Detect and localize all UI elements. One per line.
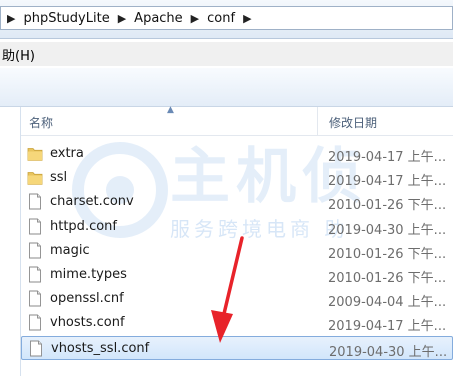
file-list: extra 2019-04-17 上午... ssl 2019-04-17 上午...…	[21, 142, 453, 360]
navigation-pane	[0, 107, 21, 376]
file-date: 2010-01-26 下午...	[328, 198, 447, 214]
file-name: ssl	[50, 170, 68, 186]
file-row[interactable]: extra 2019-04-17 上午...	[21, 142, 453, 166]
file-date: 2019-04-17 上午...	[328, 174, 447, 190]
breadcrumb[interactable]: ▶ phpStudyLite ▶ Apache ▶ conf ▶	[0, 6, 453, 30]
file-icon	[27, 290, 43, 307]
file-row[interactable]: vhosts_ssl.conf 2019-04-30 上午...	[21, 335, 453, 360]
file-row[interactable]: magic 2010-01-26 下午...	[21, 239, 453, 263]
file-icon	[27, 242, 43, 259]
file-icon	[27, 218, 43, 235]
chevron-right-icon[interactable]: ▶	[237, 12, 257, 25]
file-date: 2019-04-30 上午...	[329, 344, 448, 360]
menu-bar: 助(H)	[0, 42, 453, 66]
file-name: charset.conv	[50, 194, 134, 210]
file-row[interactable]: mime.types 2010-01-26 下午...	[21, 263, 453, 287]
file-name: openssl.cnf	[50, 291, 124, 307]
file-icon	[27, 314, 43, 331]
file-icon	[28, 340, 44, 357]
breadcrumb-item[interactable]: phpStudyLite	[21, 11, 111, 26]
chevron-right-icon[interactable]: ▶	[185, 12, 205, 25]
file-date: 2019-04-17 上午...	[328, 319, 447, 335]
file-row[interactable]: charset.conv 2010-01-26 下午...	[21, 190, 453, 214]
file-name: vhosts.conf	[50, 315, 125, 331]
breadcrumb-item[interactable]: conf	[205, 11, 237, 26]
column-header-name[interactable]: 名称	[29, 114, 53, 131]
column-divider[interactable]	[317, 107, 318, 135]
file-date: 2010-01-26 下午...	[328, 246, 447, 262]
chevron-right-icon[interactable]: ▶	[1, 12, 21, 25]
folder-icon	[27, 145, 43, 162]
file-icon	[27, 266, 43, 283]
file-name: magic	[50, 242, 90, 258]
file-name: extra	[50, 146, 84, 161]
menu-help[interactable]: 助(H)	[0, 45, 35, 64]
file-date: 2009-04-04 上午...	[328, 295, 447, 311]
folder-icon	[27, 169, 43, 186]
file-name: httpd.conf	[50, 218, 117, 234]
breadcrumb-item[interactable]: Apache	[132, 11, 185, 26]
file-date: 2010-01-26 下午...	[328, 270, 447, 286]
chevron-right-icon[interactable]: ▶	[112, 12, 132, 25]
file-row[interactable]: vhosts.conf 2019-04-17 上午...	[21, 311, 453, 335]
file-row[interactable]: httpd.conf 2019-04-30 上午...	[21, 215, 453, 239]
toolbar	[0, 68, 453, 107]
sort-ascending-icon: ▲	[167, 105, 174, 115]
file-date: 2019-04-17 上午...	[328, 150, 447, 165]
file-date: 2019-04-30 上午...	[328, 222, 447, 238]
column-header-date[interactable]: 修改日期	[329, 114, 377, 131]
file-row[interactable]: openssl.cnf 2009-04-04 上午...	[21, 287, 453, 311]
column-header: ▲ 名称 修改日期	[21, 105, 453, 136]
file-row[interactable]: ssl 2019-04-17 上午...	[21, 166, 453, 190]
file-name: vhosts_ssl.conf	[51, 340, 150, 356]
file-name: mime.types	[50, 266, 127, 282]
address-bar: ▶ phpStudyLite ▶ Apache ▶ conf ▶	[0, 0, 453, 39]
file-icon	[27, 193, 43, 210]
